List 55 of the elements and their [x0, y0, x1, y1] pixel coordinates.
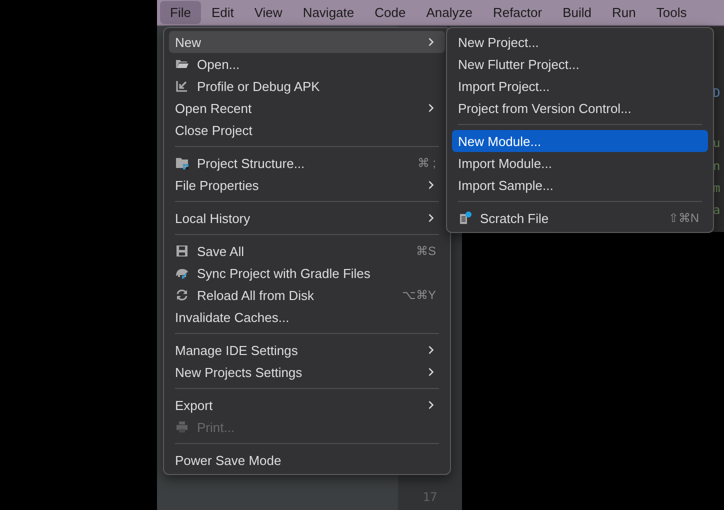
menu-bar-item[interactable]: Code: [364, 1, 416, 24]
menu-item[interactable]: New Projects Settings: [169, 361, 445, 383]
menu-item[interactable]: Project Structure... ⌘ ;: [169, 152, 445, 174]
menu-item[interactable]: Import Sample...: [452, 174, 708, 196]
shortcut-label: ⌘S: [416, 244, 436, 258]
menu-bar-item[interactable]: Refactor: [482, 1, 552, 24]
code-text: u: [713, 136, 720, 150]
shortcut-label: ⌥⌘Y: [402, 288, 436, 302]
menu-item[interactable]: Export: [169, 394, 445, 416]
menu-item[interactable]: Import Module...: [452, 152, 708, 174]
folder-grid-icon: [175, 156, 189, 170]
menu-item[interactable]: Scratch File ⇧⌘N: [452, 207, 708, 229]
shortcut-label: ⇧⌘N: [668, 211, 699, 225]
menu-item[interactable]: Sync Project with Gradle Files: [169, 262, 445, 284]
menu-item[interactable]: New Project...: [452, 31, 708, 53]
chevron-right-icon: [426, 36, 436, 48]
menu-item[interactable]: Project from Version Control...: [452, 97, 708, 119]
menu-item[interactable]: Save All ⌘S: [169, 240, 445, 262]
menu-bar-item[interactable]: File: [160, 1, 201, 24]
menu-bar-item[interactable]: View: [244, 1, 292, 24]
menu-item[interactable]: Open Recent: [169, 97, 445, 119]
menu-item[interactable]: New Flutter Project...: [452, 53, 708, 75]
menu-bar-item[interactable]: Run: [602, 1, 646, 24]
menu-item[interactable]: Manage IDE Settings: [169, 339, 445, 361]
chevron-right-icon: [426, 212, 436, 224]
refresh-icon: [175, 288, 189, 302]
menu-item[interactable]: Reload All from Disk ⌥⌘Y: [169, 284, 445, 306]
menu-bar-item[interactable]: Edit: [201, 1, 244, 24]
chevron-right-icon: [426, 366, 436, 378]
menu-bar-item[interactable]: Build: [552, 1, 602, 24]
code-text: n: [713, 159, 720, 173]
menu-item[interactable]: Import Project...: [452, 75, 708, 97]
menu-item[interactable]: Invalidate Caches...: [169, 306, 445, 328]
menu-item[interactable]: Close Project: [169, 119, 445, 141]
chevron-right-icon: [426, 399, 436, 411]
code-text: a: [713, 203, 720, 217]
scratch-file-icon: [458, 211, 472, 225]
shortcut-label: ⌘ ;: [417, 156, 436, 170]
arrow-into-corner-icon: [175, 79, 189, 93]
menu-item[interactable]: Local History: [169, 207, 445, 229]
menu-bar-item[interactable]: Navigate: [292, 1, 364, 24]
menu-item[interactable]: Open...: [169, 53, 445, 75]
menu-item[interactable]: Power Save Mode: [169, 449, 445, 471]
menu-bar-item[interactable]: Analyze: [416, 1, 482, 24]
menu-item[interactable]: Profile or Debug APK: [169, 75, 445, 97]
menu-item[interactable]: New: [169, 31, 445, 53]
chevron-right-icon: [426, 102, 436, 114]
menu-item[interactable]: New Module...: [452, 130, 708, 152]
menu-bar-item[interactable]: Tools: [646, 1, 697, 24]
chevron-right-icon: [426, 179, 436, 191]
menu-item[interactable]: File Properties: [169, 174, 445, 196]
chevron-right-icon: [426, 344, 436, 356]
code-text: D: [713, 86, 720, 100]
printer-icon: [175, 420, 189, 434]
folder-icon: [175, 57, 189, 71]
